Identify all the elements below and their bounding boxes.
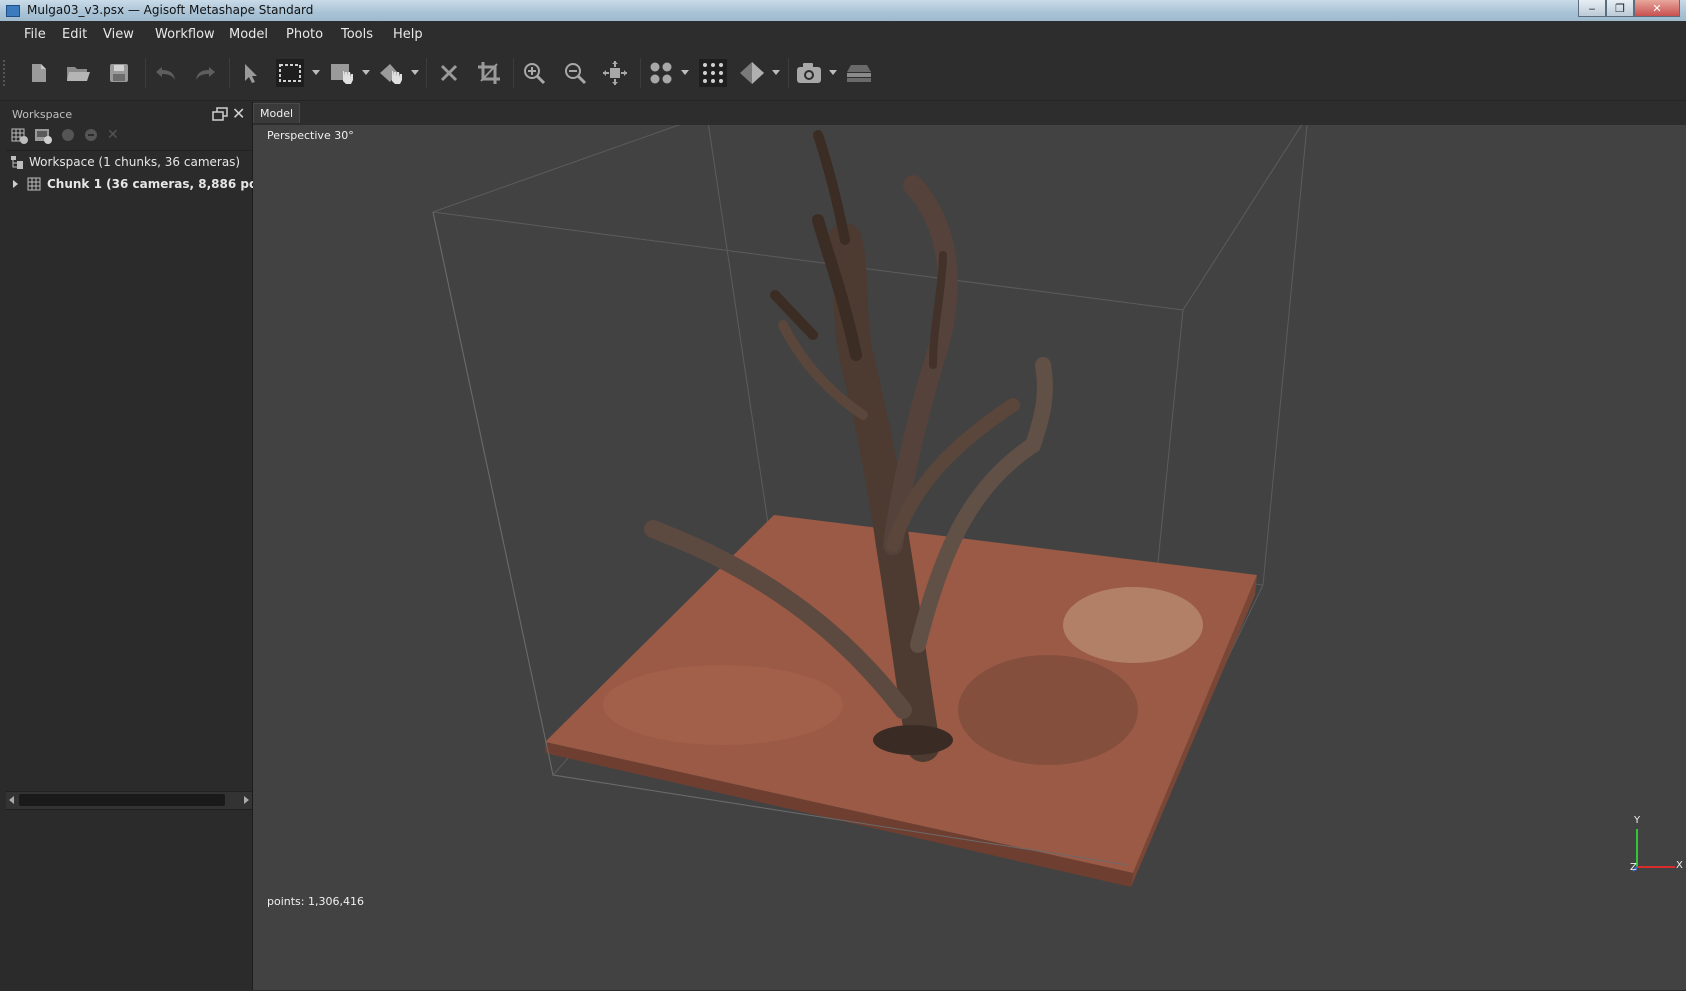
tab-model[interactable]: Model <box>253 103 301 123</box>
chunk-icon <box>27 177 41 191</box>
gradual-selection-icon[interactable] <box>377 59 405 87</box>
workspace-root-label: Workspace (1 chunks, 36 cameras) <box>29 155 241 169</box>
scrollbar-thumb[interactable] <box>19 794 225 806</box>
axis-z-label: Z <box>1630 862 1637 873</box>
restore-button[interactable]: ❐ <box>1606 0 1634 17</box>
show-cameras-icon[interactable] <box>647 59 675 87</box>
tree-row-workspace[interactable]: Workspace (1 chunks, 36 cameras) <box>6 151 252 173</box>
show-region-icon[interactable] <box>845 59 873 87</box>
close-panel-icon[interactable]: ✕ <box>232 104 245 123</box>
model-dropdown-icon[interactable] <box>772 70 780 75</box>
redo-icon[interactable] <box>191 59 219 87</box>
model-scene <box>432 125 1308 887</box>
menu-view[interactable]: View <box>103 27 134 42</box>
zoom-out-icon[interactable] <box>561 59 589 87</box>
disable-icon[interactable] <box>84 128 98 145</box>
remove-items-icon[interactable]: ✕ <box>107 127 119 143</box>
menu-tools[interactable]: Tools <box>341 27 373 42</box>
expand-arrow-icon[interactable] <box>13 180 18 188</box>
menu-file[interactable]: File <box>24 27 46 42</box>
toolbar-separator <box>640 58 641 88</box>
scroll-left-icon[interactable] <box>9 796 14 804</box>
workspace-icon <box>11 156 23 169</box>
workspace-toolbar: ✕ <box>6 124 252 148</box>
zoom-in-icon[interactable] <box>520 59 548 87</box>
menu-bar: File Edit View Workflow Model Photo Tool… <box>0 21 1686 46</box>
points-count-status: points: 1,306,416 <box>267 895 364 908</box>
workspace-panel: Workspace ✕ ✕ Workspace (1 chunks, 36 ca… <box>0 101 298 991</box>
crop-selection-icon[interactable] <box>475 59 503 87</box>
axis-x-label: X <box>1676 860 1683 871</box>
open-folder-icon[interactable] <box>64 59 92 87</box>
workspace-tree: Workspace (1 chunks, 36 cameras) Chunk 1… <box>6 150 298 791</box>
toolbar-separator <box>788 58 789 88</box>
show-points-icon[interactable] <box>699 59 727 87</box>
window-controls: ‒ ❐ ✕ <box>1578 0 1680 18</box>
main-toolbar <box>0 46 1686 101</box>
projection-label: Perspective 30° <box>267 129 354 142</box>
rectangle-selection-dropdown-icon[interactable] <box>312 70 320 75</box>
scroll-right-icon[interactable] <box>244 796 249 804</box>
toolbar-separator <box>426 58 427 88</box>
add-photos-icon[interactable] <box>34 128 52 147</box>
toolbar-separator <box>229 58 230 88</box>
menu-help[interactable]: Help <box>393 27 423 42</box>
float-panel-icon[interactable] <box>212 107 228 124</box>
capture-dropdown-icon[interactable] <box>829 70 837 75</box>
toolbar-separator <box>513 58 514 88</box>
capture-view-icon[interactable] <box>795 59 823 87</box>
menu-workflow[interactable]: Workflow <box>155 27 215 42</box>
reset-view-icon[interactable] <box>601 59 629 87</box>
menu-photo[interactable]: Photo <box>286 27 323 42</box>
window-title: Mulga03_v3.psx — Agisoft Metashape Stand… <box>27 3 314 17</box>
delete-selection-icon[interactable] <box>435 59 463 87</box>
tree-row-chunk[interactable]: Chunk 1 (36 cameras, 8,886 points) [ <box>6 173 298 195</box>
gradual-selection-dropdown-icon[interactable] <box>411 70 419 75</box>
enable-icon[interactable] <box>61 128 75 145</box>
toolbar-grip[interactable] <box>3 60 7 86</box>
app-icon <box>6 5 20 17</box>
minimize-button[interactable]: ‒ <box>1578 0 1606 17</box>
new-document-icon[interactable] <box>25 59 53 87</box>
save-icon[interactable] <box>105 59 133 87</box>
menu-model[interactable]: Model <box>229 27 268 42</box>
menu-edit[interactable]: Edit <box>62 27 87 42</box>
model-viewport[interactable]: Perspective 30° points: 1,306,416 Y X Z <box>253 125 1686 990</box>
axis-y-label: Y <box>1634 815 1641 826</box>
cameras-dropdown-icon[interactable] <box>681 70 689 75</box>
view-tab-bar: Model <box>253 101 1686 125</box>
close-button[interactable]: ✕ <box>1634 0 1680 17</box>
scissors-dropdown-icon[interactable] <box>362 70 370 75</box>
toolbar-separator <box>145 58 146 88</box>
workspace-horizontal-scrollbar[interactable] <box>6 791 252 810</box>
rectangle-selection-icon[interactable] <box>276 59 304 87</box>
title-bar: Mulga03_v3.psx — Agisoft Metashape Stand… <box>0 0 1686 21</box>
intelligent-scissors-icon[interactable] <box>328 59 356 87</box>
show-model-icon[interactable] <box>738 59 766 87</box>
add-chunk-icon[interactable] <box>11 128 29 147</box>
workspace-lower-pane <box>6 809 252 991</box>
navigation-pointer-icon[interactable] <box>236 59 264 87</box>
workspace-title: Workspace <box>12 108 73 121</box>
undo-icon[interactable] <box>152 59 180 87</box>
